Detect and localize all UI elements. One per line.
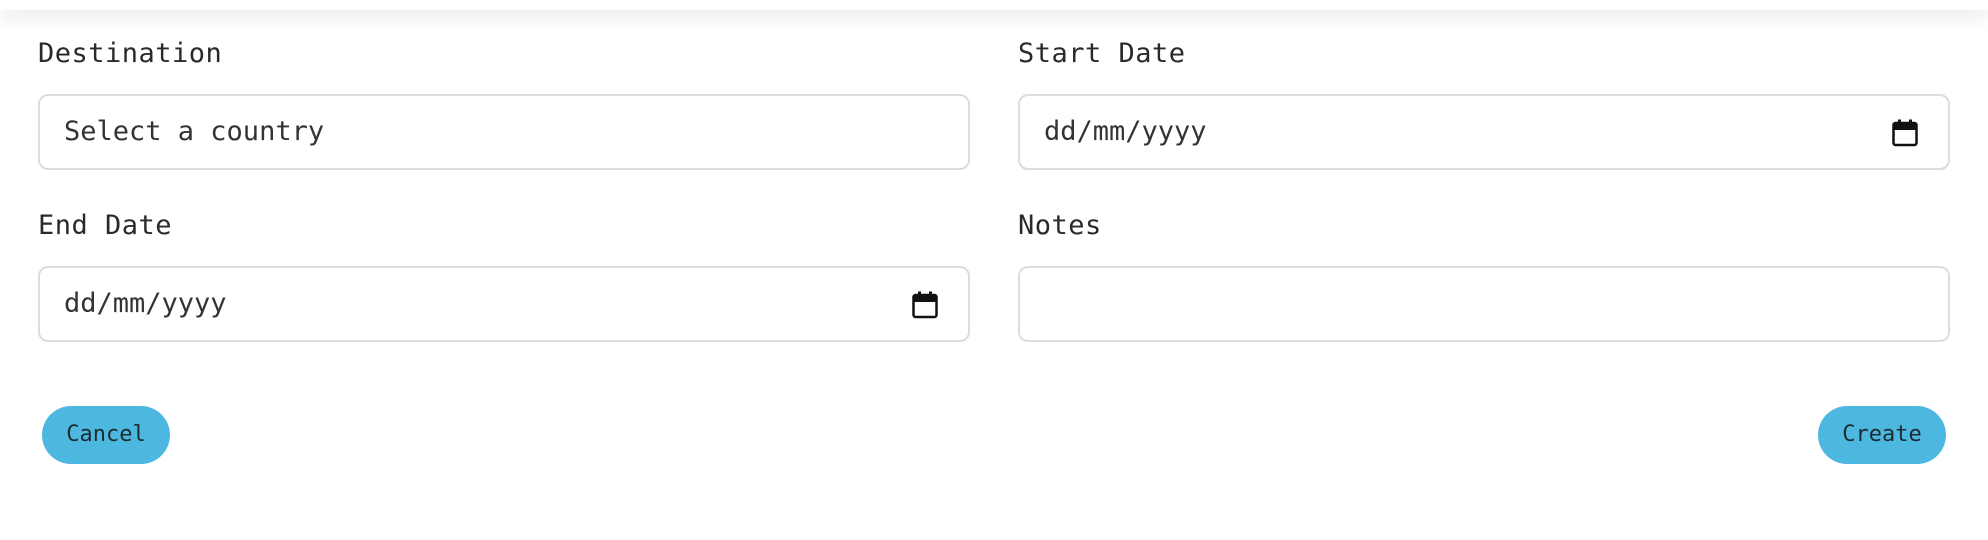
calendar-icon[interactable] [1892,119,1918,147]
end-date-label: End Date [38,210,173,241]
header-shadow [0,0,1988,10]
end-date-input[interactable]: dd/mm/yyyy [38,266,970,342]
cancel-button[interactable]: Cancel [42,406,170,464]
start-date-label: Start Date [1018,38,1186,69]
destination-select[interactable]: Select a country [38,94,970,170]
start-date-placeholder: dd/mm/yyyy [1044,116,1207,147]
end-date-placeholder: dd/mm/yyyy [64,288,227,319]
notes-input[interactable] [1018,266,1950,342]
start-date-input[interactable]: dd/mm/yyyy [1018,94,1950,170]
destination-label: Destination [38,38,223,69]
create-button[interactable]: Create [1818,406,1946,464]
notes-label: Notes [1018,210,1102,241]
calendar-icon[interactable] [912,291,938,319]
destination-placeholder: Select a country [64,116,325,147]
